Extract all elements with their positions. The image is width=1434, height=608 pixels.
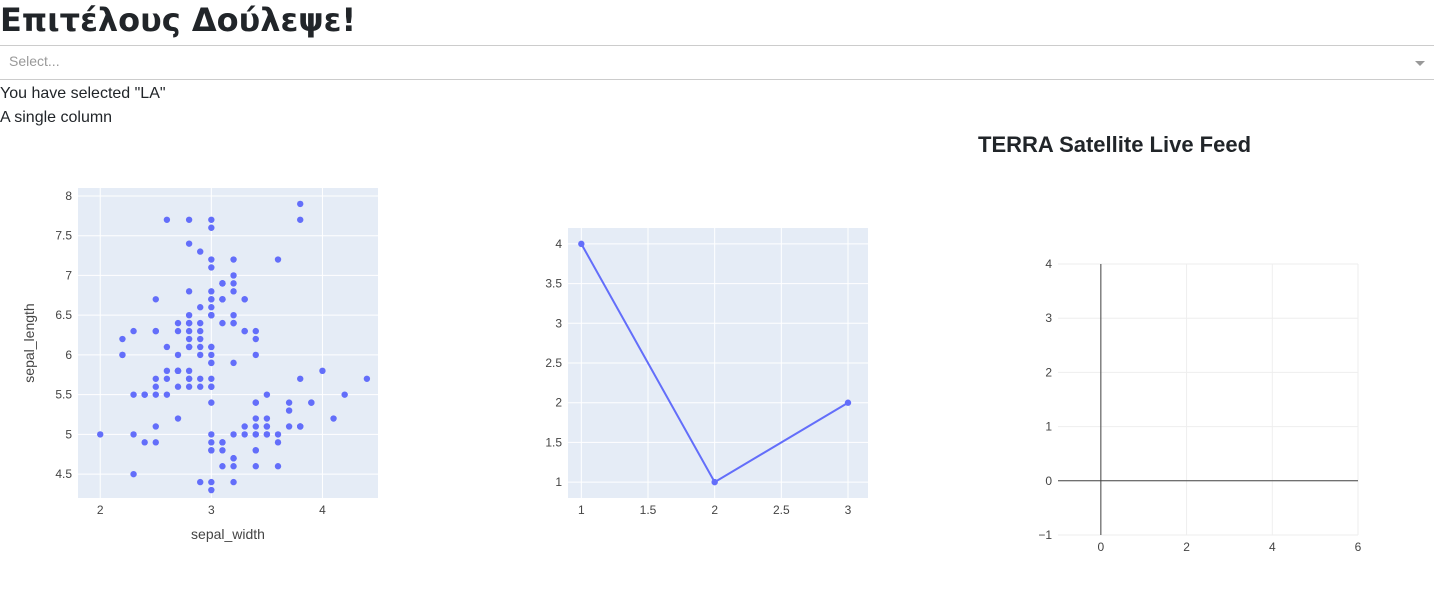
x-tick-label: 6 xyxy=(1355,540,1362,554)
data-point xyxy=(241,423,248,430)
data-point xyxy=(274,463,282,470)
data-point xyxy=(208,399,215,406)
data-point xyxy=(711,478,718,486)
data-point xyxy=(263,431,271,438)
data-point xyxy=(208,439,215,446)
data-point xyxy=(252,399,259,406)
data-point xyxy=(252,447,259,454)
data-point xyxy=(252,431,259,438)
y-tick-label: 4 xyxy=(1045,257,1052,271)
data-point xyxy=(152,439,159,446)
data-point xyxy=(197,478,204,486)
x-tick-label: 0 xyxy=(1098,540,1105,554)
x-tick-label: 3 xyxy=(845,503,852,517)
x-tick-label: 1 xyxy=(578,503,585,517)
satellite-title: TERRA Satellite Live Feed xyxy=(978,132,1252,157)
data-point xyxy=(219,463,226,470)
x-tick-label: 4 xyxy=(319,503,326,517)
y-tick-label: 4.5 xyxy=(55,467,72,481)
data-point xyxy=(330,415,337,422)
x-axis-label: sepal_width xyxy=(191,526,265,542)
y-tick-label: 5 xyxy=(65,427,72,441)
data-point xyxy=(152,423,159,430)
data-point xyxy=(285,399,293,406)
y-tick-label: 3.5 xyxy=(545,277,562,291)
y-tick-label: 2 xyxy=(1045,365,1052,379)
data-point xyxy=(285,407,293,414)
chevron-down-icon[interactable] xyxy=(1415,61,1425,66)
x-tick-label: 3 xyxy=(208,503,215,517)
x-tick-label: 2 xyxy=(1183,540,1190,554)
data-point xyxy=(97,431,104,438)
data-point xyxy=(141,439,148,446)
y-tick-label: 1 xyxy=(555,475,562,489)
y-tick-label: 1.5 xyxy=(545,435,562,449)
data-point xyxy=(274,431,282,438)
data-point xyxy=(263,423,271,430)
data-point xyxy=(230,463,237,470)
data-point xyxy=(252,423,259,430)
y-tick-label: −1 xyxy=(1038,528,1052,542)
y-tick-label: 4 xyxy=(555,237,562,251)
y-tick-label: 2 xyxy=(555,396,562,410)
data-point xyxy=(578,240,585,248)
data-point xyxy=(274,439,282,446)
data-point xyxy=(219,439,226,446)
x-tick-label: 1.5 xyxy=(640,503,657,517)
y-tick-label: 0 xyxy=(1045,474,1052,488)
data-point xyxy=(285,423,293,430)
data-point xyxy=(230,455,237,462)
data-point xyxy=(252,415,259,422)
y-tick-label: 1 xyxy=(1045,420,1052,434)
satellite-feed-chart[interactable]: 0 2 4 6 −1 0 1 2 3 4 xyxy=(0,0,1361,554)
data-point xyxy=(174,415,182,422)
y-tick-label: 2.5 xyxy=(545,356,562,370)
data-point xyxy=(219,447,226,454)
x-tick-label: 2 xyxy=(97,503,104,517)
data-point xyxy=(130,431,137,438)
x-tick-label: 4 xyxy=(1269,540,1276,554)
y-tick-label: 3 xyxy=(1045,311,1052,325)
data-point xyxy=(308,399,315,406)
data-point xyxy=(844,399,852,406)
x-tick-label: 2.5 xyxy=(773,503,790,517)
data-point xyxy=(263,415,271,422)
data-point xyxy=(230,431,237,438)
data-point xyxy=(230,478,237,486)
data-point xyxy=(208,431,215,438)
x-tick-label: 2 xyxy=(711,503,718,517)
data-point xyxy=(252,463,259,470)
data-point xyxy=(208,478,215,486)
data-point xyxy=(208,447,215,454)
data-point xyxy=(297,423,304,430)
data-point xyxy=(208,486,215,494)
y-tick-label: 3 xyxy=(555,316,562,330)
data-point xyxy=(130,470,137,478)
data-point xyxy=(241,431,248,438)
